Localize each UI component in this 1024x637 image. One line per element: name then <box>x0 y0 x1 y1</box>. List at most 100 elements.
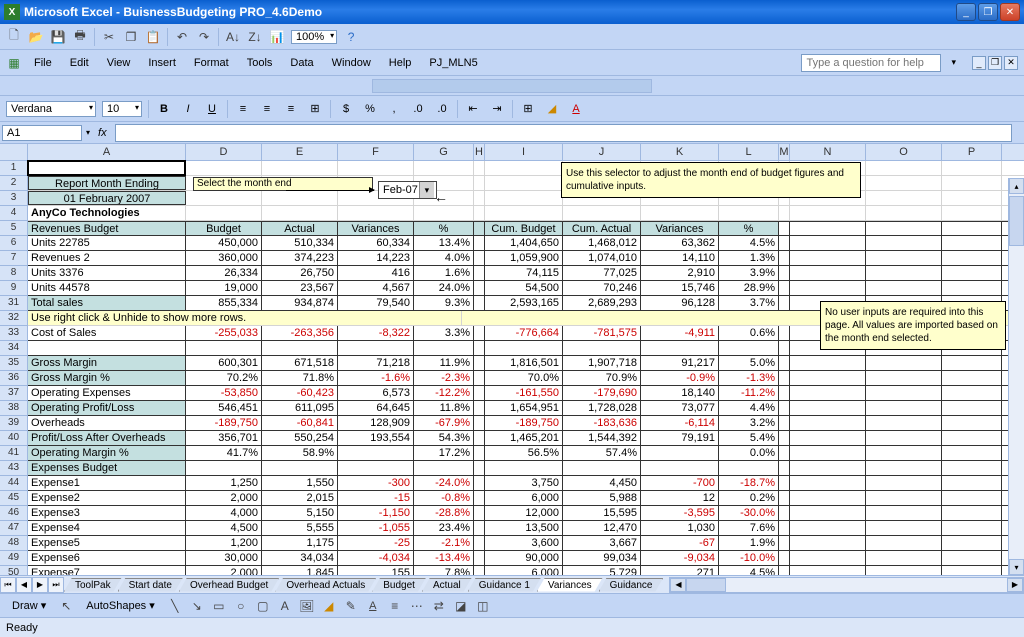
menu-insert[interactable]: Insert <box>142 55 182 71</box>
hscroll-thumb[interactable] <box>686 578 726 592</box>
increase-decimal-button[interactable]: .0 <box>409 100 427 118</box>
mdi-restore[interactable]: ❐ <box>988 56 1002 70</box>
line-style-icon[interactable]: ≡ <box>387 598 403 614</box>
borders-button[interactable]: ⊞ <box>519 100 537 118</box>
col-header[interactable]: D <box>186 144 262 160</box>
col-header[interactable]: J <box>563 144 641 160</box>
font-color-icon[interactable]: A <box>365 598 381 614</box>
menu-view[interactable]: View <box>101 55 137 71</box>
row-header[interactable]: 47 <box>0 521 27 536</box>
help-dropdown-icon[interactable]: ▾ <box>947 57 960 68</box>
align-left-button[interactable]: ≡ <box>234 100 252 118</box>
row-header[interactable]: 32 <box>0 311 27 326</box>
menu-file[interactable]: File <box>28 55 58 71</box>
scroll-right-icon[interactable]: ▶ <box>1007 578 1023 592</box>
row-header[interactable]: 8 <box>0 266 27 281</box>
row-header[interactable]: 40 <box>0 431 27 446</box>
col-header[interactable]: H <box>474 144 485 160</box>
help-icon[interactable]: ? <box>343 29 359 45</box>
font-name-selector[interactable]: Verdana <box>6 101 96 117</box>
row-header[interactable]: 7 <box>0 251 27 266</box>
new-icon[interactable]: 🗋 <box>6 29 22 45</box>
scroll-up-icon[interactable]: ▴ <box>1009 178 1024 194</box>
menu-format[interactable]: Format <box>188 55 235 71</box>
row-header[interactable]: 6 <box>0 236 27 251</box>
worksheet-grid[interactable]: A D E F G H I J K L M N O P 123456789313… <box>0 144 1024 575</box>
redo-icon[interactable]: ↷ <box>196 29 212 45</box>
increase-indent-button[interactable]: ⇥ <box>488 100 506 118</box>
formula-input[interactable] <box>115 124 1012 142</box>
col-header[interactable]: F <box>338 144 414 160</box>
cut-icon[interactable]: ✂ <box>101 29 117 45</box>
align-right-button[interactable]: ≡ <box>282 100 300 118</box>
col-header[interactable]: I <box>485 144 563 160</box>
autoshapes-menu[interactable]: AutoShapes ▾ <box>80 597 161 614</box>
row-header[interactable]: 2 <box>0 176 27 191</box>
col-header[interactable]: N <box>790 144 866 160</box>
row-header[interactable]: 38 <box>0 401 27 416</box>
row-header[interactable]: 43 <box>0 461 27 476</box>
rectangle-icon[interactable]: ▭ <box>211 598 227 614</box>
help-search-input[interactable] <box>801 54 941 72</box>
sheet-tab[interactable]: Start date <box>118 578 183 592</box>
close-button[interactable]: ✕ <box>1000 3 1020 21</box>
col-header[interactable]: L <box>719 144 779 160</box>
open-icon[interactable]: 📂 <box>28 29 44 45</box>
menu-pjmln5[interactable]: PJ_MLN5 <box>423 55 483 71</box>
dash-style-icon[interactable]: ⋯ <box>409 598 425 614</box>
currency-button[interactable]: $ <box>337 100 355 118</box>
row-header[interactable]: 44 <box>0 476 27 491</box>
month-selector[interactable]: Feb-07 <box>378 181 437 199</box>
col-header[interactable]: P <box>942 144 1002 160</box>
tab-prev-icon[interactable]: ◀ <box>16 577 32 593</box>
row-header[interactable]: 49 <box>0 551 27 566</box>
sheet-tab[interactable]: Guidance 1 <box>468 578 541 592</box>
merge-button[interactable]: ⊞ <box>306 100 324 118</box>
shadow-icon[interactable]: ◪ <box>453 598 469 614</box>
bold-button[interactable]: B <box>155 100 173 118</box>
row-header[interactable]: 31 <box>0 296 27 311</box>
row-header[interactable]: 34 <box>0 341 27 356</box>
arrow-style-icon[interactable]: ⇄ <box>431 598 447 614</box>
tab-last-icon[interactable]: ⏭ <box>48 577 64 593</box>
decrease-indent-button[interactable]: ⇤ <box>464 100 482 118</box>
name-box-dropdown-icon[interactable]: ▾ <box>86 128 90 137</box>
row-header[interactable]: 5 <box>0 221 27 236</box>
row-header[interactable]: 3 <box>0 191 27 206</box>
clipart-icon[interactable]: 🖼 <box>299 598 315 614</box>
row-header[interactable]: 36 <box>0 371 27 386</box>
italic-button[interactable]: I <box>179 100 197 118</box>
row-header[interactable]: 35 <box>0 356 27 371</box>
sort-desc-icon[interactable]: Z↓ <box>247 29 263 45</box>
help-search[interactable] <box>801 54 941 72</box>
row-header[interactable]: 50 <box>0 566 27 575</box>
select-objects-icon[interactable]: ↖ <box>58 598 74 614</box>
fill-icon[interactable]: ◢ <box>321 598 337 614</box>
line-color-icon[interactable]: ✎ <box>343 598 359 614</box>
undo-icon[interactable]: ↶ <box>174 29 190 45</box>
col-header[interactable]: A <box>28 144 186 160</box>
save-icon[interactable]: 💾 <box>50 29 66 45</box>
tab-first-icon[interactable]: ⏮ <box>0 577 16 593</box>
name-box[interactable]: A1 <box>2 125 82 141</box>
col-header[interactable]: K <box>641 144 719 160</box>
row-header[interactable]: 48 <box>0 536 27 551</box>
row-header[interactable]: 37 <box>0 386 27 401</box>
sheet-tab[interactable]: Variances <box>537 578 603 592</box>
scroll-thumb[interactable] <box>1009 196 1024 246</box>
row-header[interactable]: 45 <box>0 491 27 506</box>
mdi-minimize[interactable]: _ <box>972 56 986 70</box>
menu-help[interactable]: Help <box>383 55 418 71</box>
wordart-icon[interactable]: A <box>277 598 293 614</box>
scroll-down-icon[interactable]: ▾ <box>1009 559 1024 575</box>
sheet-tab[interactable]: ToolPak <box>64 578 122 592</box>
fill-color-button[interactable]: ◢ <box>543 100 561 118</box>
row-header[interactable]: 4 <box>0 206 27 221</box>
tab-next-icon[interactable]: ▶ <box>32 577 48 593</box>
draw-menu[interactable]: Draw ▾ <box>6 597 52 614</box>
font-size-selector[interactable]: 10 <box>102 101 142 117</box>
align-center-button[interactable]: ≡ <box>258 100 276 118</box>
menu-edit[interactable]: Edit <box>64 55 95 71</box>
decrease-decimal-button[interactable]: .0 <box>433 100 451 118</box>
row-header[interactable]: 33 <box>0 326 27 341</box>
